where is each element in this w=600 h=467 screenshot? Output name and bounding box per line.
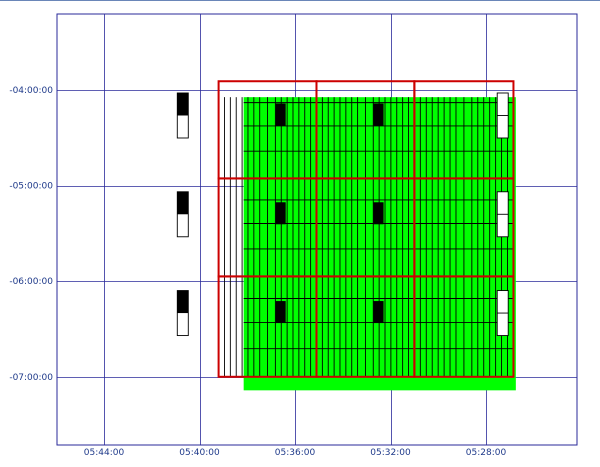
small-box-fill [177, 290, 189, 314]
coverage-region [243, 97, 516, 391]
chart-canvas: 05:44:00 05:40:00 05:36:00 05:32:00 05:28:00… [0, 0, 600, 458]
small-box [373, 103, 384, 126]
small-box [275, 202, 286, 225]
small-box [373, 202, 384, 225]
small-box [373, 301, 384, 324]
x-tick-label: 05:40:00 [179, 448, 220, 458]
coverage-layer [243, 97, 516, 391]
small-box-fill [177, 92, 189, 116]
y-tick-label: -04:00:00 [9, 86, 53, 96]
x-tick-label: 05:36:00 [275, 448, 316, 458]
y-tick-label: -05:00:00 [9, 182, 53, 192]
small-box [275, 103, 286, 126]
x-tick-label: 05:28:00 [466, 448, 507, 458]
x-tick-label: 05:44:00 [84, 448, 125, 458]
x-tick-label: 05:32:00 [370, 448, 411, 458]
y-tick-label: -07:00:00 [9, 373, 53, 383]
small-box [275, 301, 286, 324]
y-tick-label: -06:00:00 [9, 277, 53, 287]
small-box-fill [177, 191, 189, 215]
